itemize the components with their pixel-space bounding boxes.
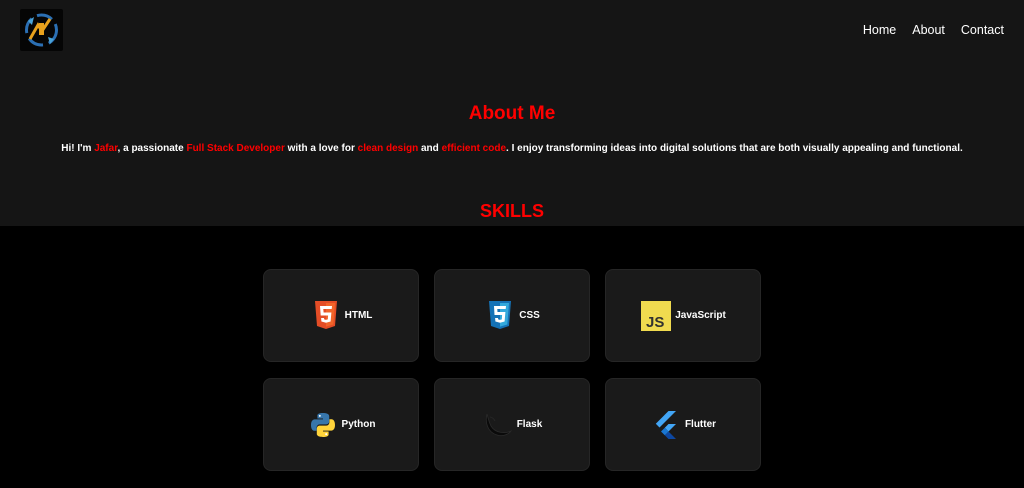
skill-card-html[interactable]: HTML [263,269,419,362]
flask-icon [482,409,514,441]
about-quality-highlight: efficient code [441,143,507,154]
css3-icon [484,300,516,332]
skill-label: Python [341,419,376,430]
flutter-icon [650,409,682,441]
about-text-part: , a passionate [117,143,187,154]
about-role-highlight: Full Stack Developer [186,143,285,154]
skill-label: HTML [344,310,373,321]
about-title: About Me [468,103,556,124]
javascript-icon: JS [640,300,672,332]
skill-label: Flutter [684,419,717,430]
about-section: Home About Contact About Me Hi! I'm Jafa… [0,0,1024,226]
about-paragraph: Hi! I'm Jafar, a passionate Full Stack D… [0,142,1024,155]
skill-card-javascript[interactable]: JS JavaScript [605,269,761,362]
skill-label: JavaScript [675,310,726,321]
about-text-part: and [418,143,442,154]
nav-about[interactable]: About [912,22,945,38]
skill-card-python[interactable]: Python [263,378,419,471]
about-name-highlight: Jafar [94,143,118,154]
about-text-part: with a love for [284,143,358,154]
nav-home[interactable]: Home [863,22,896,38]
nav-contact[interactable]: Contact [961,22,1004,38]
about-quality-highlight: clean design [357,143,419,154]
skill-label: Flask [516,419,543,430]
skill-card-css[interactable]: CSS [434,269,590,362]
skills-title: SKILLS [479,201,544,221]
svg-text:JS: JS [646,314,664,331]
main-nav: Home About Contact [863,22,1004,38]
skills-grid: HTML CSS JS JavaScript Python Flask Flut… [263,269,762,471]
python-icon [307,409,339,441]
skill-label: CSS [519,310,540,321]
about-text-part: . I enjoy transforming ideas into digita… [506,143,963,154]
site-logo-icon[interactable] [20,9,63,51]
skill-card-flutter[interactable]: Flutter [605,378,761,471]
skill-card-flask[interactable]: Flask [434,378,590,471]
html5-icon [310,300,342,332]
about-text-part: Hi! I'm [61,143,95,154]
